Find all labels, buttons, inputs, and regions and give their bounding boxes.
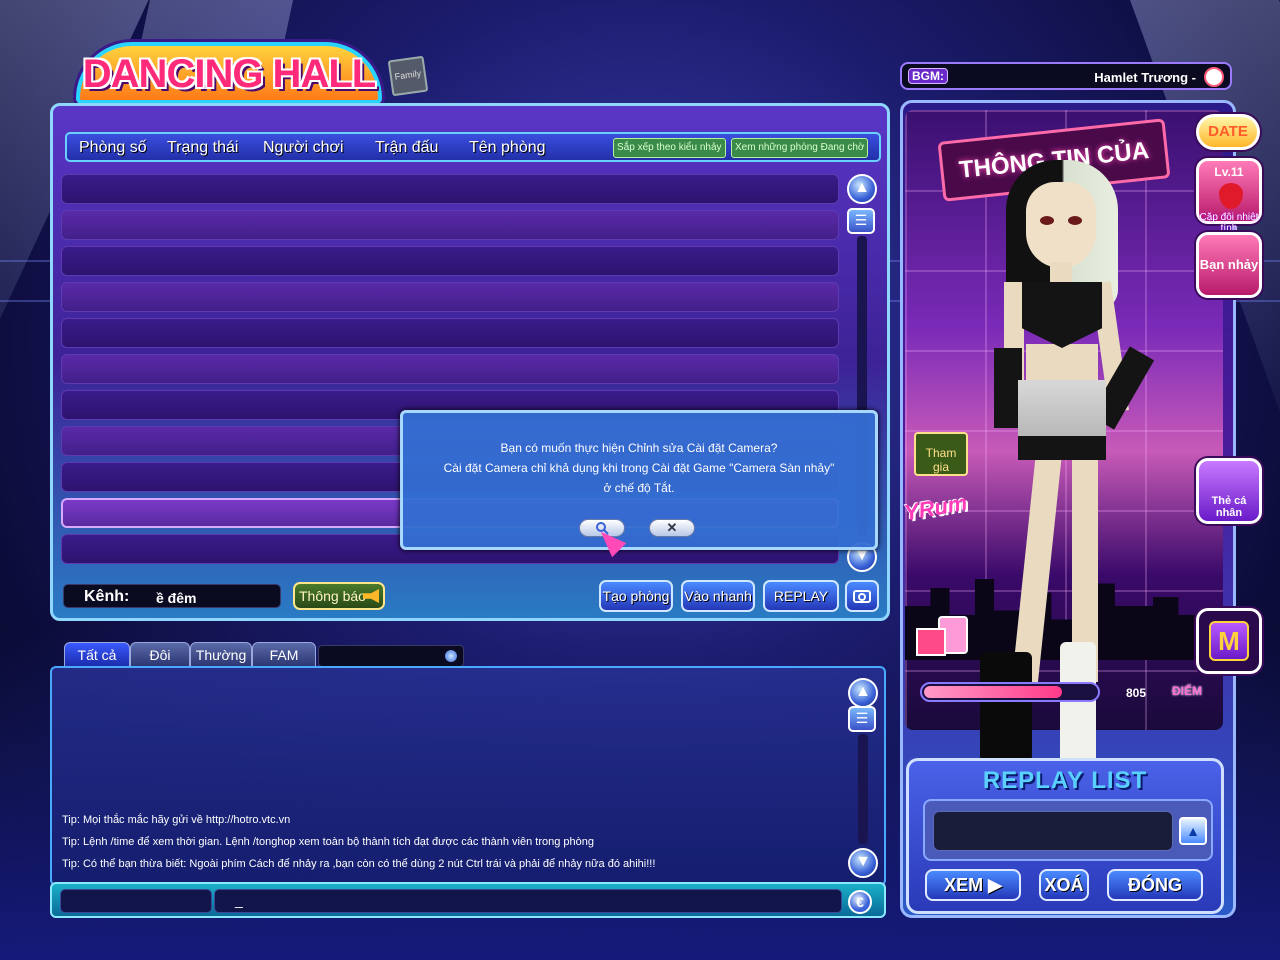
replay-scroll-up-button[interactable]: ▲ <box>1179 817 1207 845</box>
room-row[interactable] <box>61 318 839 348</box>
camera-lens-icon <box>858 593 866 601</box>
room-row[interactable] <box>61 210 839 240</box>
bgm-bar: BGM: Hamlet Trương - <box>900 62 1232 90</box>
chat-tab-normal[interactable]: Thường <box>190 642 252 668</box>
waiting-rooms-filter-button[interactable]: Xem những phòng Đang chờ <box>731 138 869 158</box>
player-avatar <box>980 152 1160 812</box>
avatar-eye <box>1068 216 1082 225</box>
dialog-message-line-1: Bạn có muốn thực hiện Chỉnh sửa Cài đặt … <box>500 441 778 455</box>
quick-join-button[interactable]: Vào nhanh <box>681 580 755 612</box>
room-row[interactable] <box>61 246 839 276</box>
chat-scroll-thumb[interactable]: ☰ <box>848 706 876 732</box>
replay-list-title: REPLAY LIST <box>982 767 1148 794</box>
chat-channel-select[interactable] <box>60 889 212 913</box>
column-players[interactable]: Người chơi <box>263 139 344 157</box>
chat-scroll-track[interactable] <box>858 734 868 844</box>
score-unit: ĐIỂM <box>1172 684 1202 698</box>
avatar-waist <box>1026 344 1098 384</box>
avatar-face <box>1026 182 1096 268</box>
column-room-name[interactable]: Tên phòng <box>469 139 546 157</box>
column-match[interactable]: Trận đấu <box>375 139 438 157</box>
chat-input[interactable]: _ <box>214 889 842 913</box>
m-icon: M <box>1209 621 1249 661</box>
couple-level-caption: Cặp đôi nhiệt tình <box>1199 212 1259 234</box>
avatar-leg <box>1012 451 1062 683</box>
gift-button[interactable] <box>912 616 970 660</box>
replay-list-panel: REPLAY LIST ▲ XEM ▶ XOÁ ĐÓNG <box>906 758 1224 914</box>
room-list-header: Phòng số Trạng thái Người chơi Trận đấu … <box>65 132 881 162</box>
music-disc-icon[interactable] <box>1204 67 1224 87</box>
chat-tab-all[interactable]: Tất cả <box>64 642 130 668</box>
channel-display: Kênh: ề đêm <box>63 584 281 608</box>
column-room-number[interactable]: Phòng số <box>79 139 147 157</box>
chat-scroll-down-button[interactable]: ▼ <box>848 848 878 878</box>
channel-value: ề đêm <box>156 590 197 606</box>
create-room-button[interactable]: Tạo phòng <box>599 580 673 612</box>
chat-scrollbar[interactable]: ▲ ☰ ▼ <box>848 678 878 878</box>
replay-view-button[interactable]: XEM ▶ <box>925 869 1021 901</box>
dialog-cancel-button[interactable]: ✕ <box>649 519 695 537</box>
avatar-eye <box>1040 216 1054 225</box>
sort-by-dance-type-button[interactable]: Sắp xếp theo kiểu nhảy <box>613 138 726 158</box>
family-icon[interactable]: Family <box>387 55 429 97</box>
chat-tab-couple[interactable]: Đôi <box>130 642 190 668</box>
replay-button[interactable]: REPLAY <box>763 580 839 612</box>
chat-scroll-up-button[interactable]: ▲ <box>848 678 878 708</box>
replay-list-field[interactable] <box>933 811 1173 851</box>
dialog-message-line-2: Cài đặt Camera chỉ khả dụng khi trong Cà… <box>443 461 835 475</box>
join-button[interactable]: Tham gia <box>914 432 968 476</box>
camera-settings-button[interactable] <box>845 580 879 612</box>
gift-box-icon <box>916 628 946 656</box>
scroll-up-button[interactable]: ▲ <box>847 174 877 204</box>
dance-partner-button[interactable]: Bạn nhảy <box>1196 232 1262 298</box>
replay-delete-button[interactable]: XOÁ <box>1039 869 1089 901</box>
avatar-top <box>1022 282 1102 348</box>
notice-label: Thông báo <box>299 588 366 604</box>
bgm-label: BGM: <box>908 68 948 84</box>
score-bar-fill <box>924 686 1062 698</box>
level-text: Lv.11 <box>1214 165 1244 179</box>
filter-dropdown-icon[interactable] <box>445 650 457 662</box>
room-row[interactable] <box>61 354 839 384</box>
chat-panel: Tip: Mọi thắc mắc hãy gửi về http://hotr… <box>50 666 886 886</box>
emoji-button[interactable]: € <box>848 890 872 914</box>
chat-tab-fam[interactable]: FAM <box>252 642 316 668</box>
replay-list-box: ▲ <box>923 799 1213 861</box>
bgm-song-title: Hamlet Trương - <box>1094 70 1196 85</box>
m-menu-button[interactable]: M <box>1196 608 1262 674</box>
chat-message: Tip: Mọi thắc mắc hãy gửi về http://hotr… <box>62 814 291 826</box>
channel-label: Kênh: <box>84 588 130 605</box>
avatar-boot <box>980 652 1032 762</box>
notice-button[interactable]: Thông báo <box>293 582 385 610</box>
room-row[interactable] <box>61 282 839 312</box>
personal-card-button[interactable]: Thẻ cá nhân <box>1196 458 1262 524</box>
avatar-skirt <box>1018 380 1106 460</box>
logo-text: DANCING HALL <box>82 52 376 96</box>
scroll-thumb[interactable]: ☰ <box>847 208 875 234</box>
date-button[interactable]: DATE <box>1196 114 1260 150</box>
chat-message: Tip: Lệnh /time để xem thời gian. Lệnh /… <box>62 836 595 848</box>
game-logo: DANCING HALL <box>76 42 382 104</box>
chat-filter-box[interactable] <box>318 645 464 667</box>
chat-message: Tip: Có thể bạn thừa biết: Ngoài phím Cá… <box>62 858 656 870</box>
room-row[interactable] <box>61 174 839 204</box>
column-status[interactable]: Trạng thái <box>167 139 238 157</box>
strawberry-icon <box>1219 183 1243 209</box>
replay-close-button[interactable]: ĐÓNG <box>1107 869 1203 901</box>
score-value: 805 <box>1126 686 1147 700</box>
score-bar <box>920 682 1100 702</box>
chat-input-bar: _ € <box>50 882 886 918</box>
camera-settings-dialog: Bạn có muốn thực hiện Chỉnh sửa Cài đặt … <box>400 410 878 550</box>
dialog-message-line-3: ở chế độ Tắt. <box>603 481 675 495</box>
